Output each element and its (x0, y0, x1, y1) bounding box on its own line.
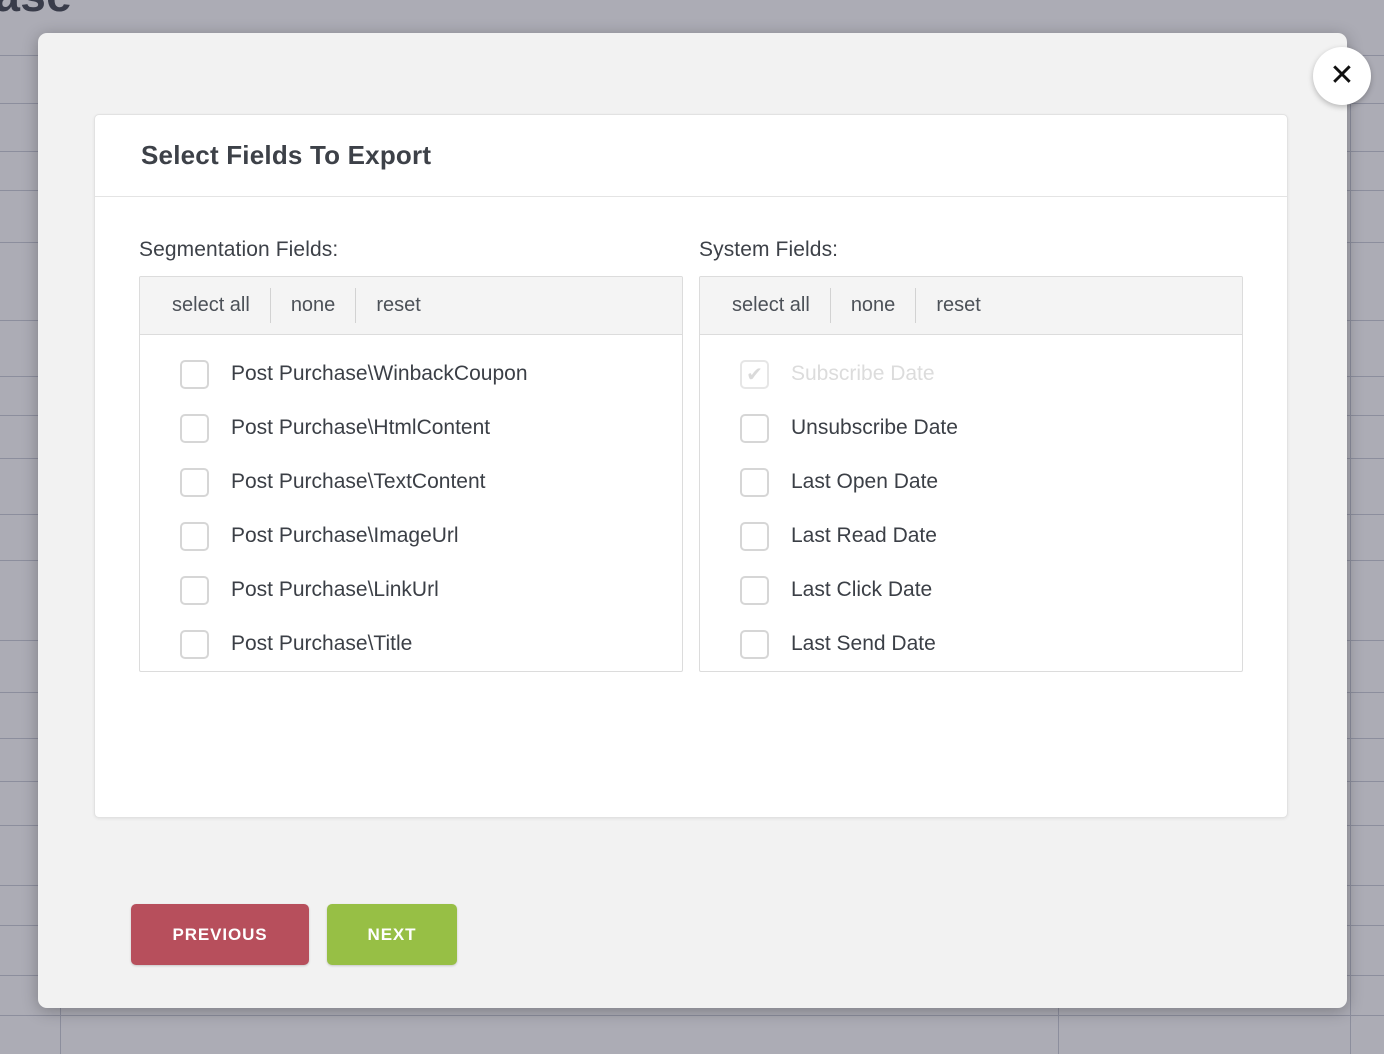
fields-column: System Fields: select allnonereset ✔ Subscr… (699, 238, 1243, 672)
list-item-label: Last Read Date (791, 524, 937, 548)
checkbox-icon[interactable] (180, 522, 209, 551)
list-item[interactable]: Last Click Date (700, 563, 1242, 617)
checkbox-icon[interactable] (180, 360, 209, 389)
list-item-label: Post Purchase\LinkUrl (231, 578, 439, 602)
list-item[interactable]: Country (700, 671, 1242, 672)
close-icon: ✕ (1329, 61, 1354, 91)
list-item-label: Post Purchase\TextContent (231, 470, 485, 494)
none-link[interactable]: none (271, 294, 356, 317)
list-item[interactable]: Last Read Date (700, 509, 1242, 563)
list-item[interactable]: Post Purchase\HtmlContent (140, 401, 682, 455)
list-item-label: Last Click Date (791, 578, 932, 602)
checkbox-icon[interactable] (740, 630, 769, 659)
list-item[interactable]: Post Purchase\TextContent (140, 455, 682, 509)
checkmark-icon: ✔ (746, 364, 763, 384)
none-link[interactable]: none (831, 294, 916, 317)
fields-column-label: Segmentation Fields: (139, 238, 683, 262)
list-item-label: Post Purchase\ImageUrl (231, 524, 459, 548)
fields-column: Segmentation Fields:select allnoneresetP… (139, 238, 683, 672)
list-item: ✔ Subscribe Date (700, 347, 1242, 401)
list-item[interactable]: Post Purchase\WinbackCoupon (140, 347, 682, 401)
list-item-label: Post Purchase\WinbackCoupon (231, 362, 528, 386)
export-fields-modal: ✕ Select Fields To Export Segmentation F… (38, 33, 1347, 1008)
fields-list: Post Purchase\WinbackCoupon Post Purchase… (140, 335, 682, 672)
fields-list: ✔ Subscribe Date Unsubscribe Date Last Open… (700, 335, 1242, 672)
checkbox-icon[interactable] (180, 414, 209, 443)
fields-list-box: select allnonereset ✔ Subscribe Date Unsubs… (699, 276, 1243, 672)
select-all-link[interactable]: select all (172, 294, 270, 317)
list-item-label: Last Open Date (791, 470, 938, 494)
checkbox-icon: ✔ (740, 360, 769, 389)
previous-button[interactable]: PREVIOUS (131, 904, 309, 965)
fields-column-label: System Fields: (699, 238, 1243, 262)
checkbox-icon[interactable] (740, 576, 769, 605)
list-item-label: Post Purchase\HtmlContent (231, 416, 490, 440)
checkbox-icon[interactable] (180, 576, 209, 605)
list-item-label: Subscribe Date (791, 362, 935, 386)
panel-header: Select Fields To Export (95, 115, 1287, 197)
checkbox-icon[interactable] (740, 468, 769, 497)
reset-link[interactable]: reset (356, 294, 440, 317)
list-item[interactable]: Post Purchase\Sku (140, 671, 682, 672)
fields-list-toolbar: select allnonereset (700, 277, 1242, 335)
list-item[interactable]: Last Send Date (700, 617, 1242, 671)
panel-body: Segmentation Fields:select allnoneresetP… (95, 197, 1287, 672)
checkbox-icon[interactable] (180, 630, 209, 659)
page-title: Select Fields To Export (141, 140, 431, 171)
close-button[interactable]: ✕ (1313, 47, 1371, 105)
checkbox-icon[interactable] (740, 522, 769, 551)
checkbox-icon[interactable] (740, 414, 769, 443)
select-fields-panel: Select Fields To Export Segmentation Fie… (94, 114, 1288, 818)
fields-list-box: select allnoneresetPost Purchase\Winback… (139, 276, 683, 672)
list-item-label: Last Send Date (791, 632, 936, 656)
next-button[interactable]: NEXT (327, 904, 457, 965)
list-item[interactable]: Last Open Date (700, 455, 1242, 509)
list-item[interactable]: Post Purchase\LinkUrl (140, 563, 682, 617)
select-all-link[interactable]: select all (732, 294, 830, 317)
reset-link[interactable]: reset (916, 294, 1000, 317)
list-item-label: Unsubscribe Date (791, 416, 958, 440)
list-item[interactable]: Post Purchase\ImageUrl (140, 509, 682, 563)
modal-footer: PREVIOUS NEXT (131, 904, 457, 965)
checkbox-icon[interactable] (180, 468, 209, 497)
list-item[interactable]: Post Purchase\Title (140, 617, 682, 671)
fields-list-toolbar: select allnonereset (140, 277, 682, 335)
list-item[interactable]: Unsubscribe Date (700, 401, 1242, 455)
list-item-label: Post Purchase\Title (231, 632, 412, 656)
